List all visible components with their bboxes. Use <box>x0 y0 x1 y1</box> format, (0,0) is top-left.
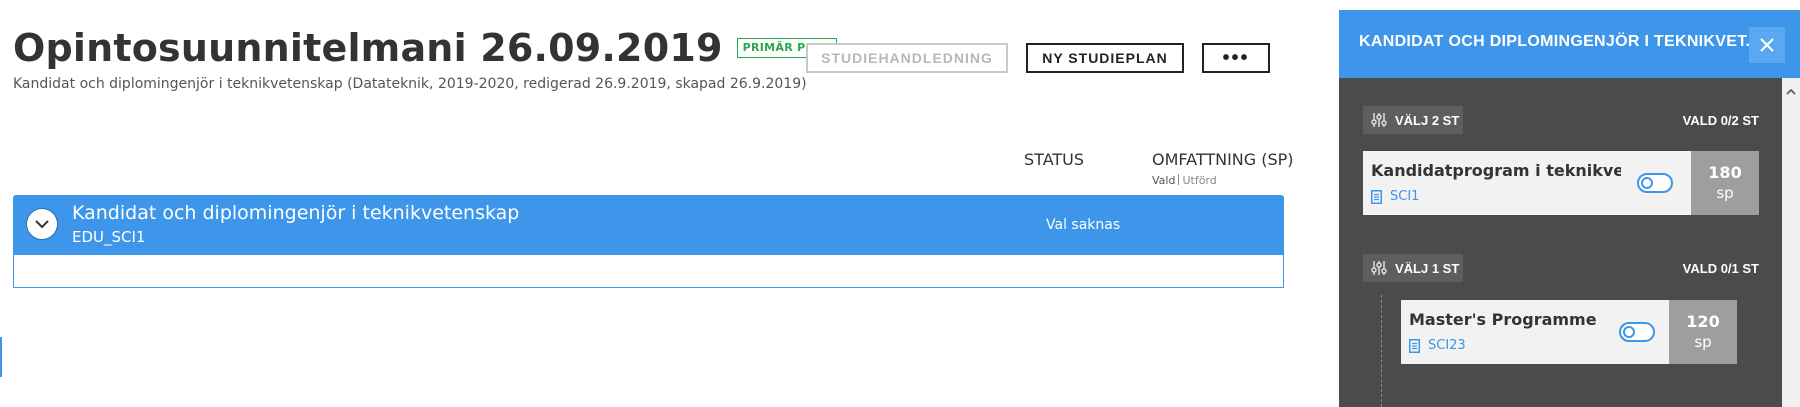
degree-name: Kandidat och diplomingenjör i teknikvete… <box>72 202 520 224</box>
close-icon <box>1760 38 1774 52</box>
programme-code-link[interactable]: SCI1 <box>1371 189 1419 204</box>
tree-connector <box>1381 295 1382 407</box>
left-edge-marker <box>0 337 2 377</box>
plan-subtitle: Kandidat och diplomingenjör i teknikvete… <box>13 76 807 92</box>
sliders-icon <box>1371 261 1387 275</box>
panel-title: KANDIDAT OCH DIPLOMINGENJÖR I TEKNIKVET.… <box>1359 33 1760 50</box>
programme-code: SCI23 <box>1428 338 1466 353</box>
selected-count: VALD 0/2 ST <box>1682 113 1759 128</box>
scope-subheader: Vald Utförd <box>1152 174 1217 187</box>
programme-name: Master's Programme in Life Science <box>1409 310 1599 329</box>
programme-card[interactable]: Kandidatprogram i teknikvetenskap SCI1 1… <box>1363 151 1759 215</box>
new-study-plan-button[interactable]: NY STUDIEPLAN <box>1026 43 1184 73</box>
select-programme-toggle[interactable] <box>1619 322 1655 342</box>
programme-code: SCI1 <box>1390 189 1420 204</box>
degree-code: EDU_SCI1 <box>72 228 146 246</box>
programme-credits: 120 sp <box>1669 300 1737 364</box>
scope-column-header: OMFATTNING (SP) <box>1152 150 1294 169</box>
selection-panel: KANDIDAT OCH DIPLOMINGENJÖR I TEKNIKVET.… <box>1339 10 1800 407</box>
credits-unit: sp <box>1716 184 1734 202</box>
credits-unit: sp <box>1694 333 1712 351</box>
document-icon <box>1409 338 1420 353</box>
close-panel-button[interactable] <box>1749 27 1785 63</box>
choose-group-label: VÄLJ 1 ST <box>1395 260 1460 276</box>
scroll-up-button[interactable] <box>1782 84 1800 98</box>
chevron-down-icon <box>35 219 49 228</box>
choose-group-label: VÄLJ 2 ST <box>1395 112 1460 128</box>
page-title: Opintosuunnitelmani 26.09.2019 <box>13 26 723 70</box>
status-column-header: STATUS <box>1024 150 1085 169</box>
toggle-knob <box>1641 177 1653 189</box>
degree-content-area <box>13 255 1284 288</box>
toggle-knob <box>1623 326 1635 338</box>
programme-credits: 180 sp <box>1691 151 1759 215</box>
title-row: Opintosuunnitelmani 26.09.2019 PRIMÄR PL… <box>13 24 871 72</box>
programme-code-link[interactable]: SCI23 <box>1409 338 1466 353</box>
credits-value: 120 <box>1686 312 1720 331</box>
programme-card[interactable]: Master's Programme in Life Science SCI23… <box>1401 300 1737 364</box>
select-programme-toggle[interactable] <box>1637 173 1673 193</box>
sliders-icon <box>1371 113 1387 127</box>
choose-group-header: VÄLJ 2 ST <box>1363 106 1463 134</box>
credits-value: 180 <box>1708 163 1742 182</box>
selected-count: VALD 0/1 ST <box>1682 261 1759 276</box>
degree-row[interactable]: Kandidat och diplomingenjör i teknikvete… <box>13 195 1284 255</box>
panel-scrollbar[interactable] <box>1782 78 1800 407</box>
panel-header: KANDIDAT OCH DIPLOMINGENJÖR I TEKNIKVET.… <box>1339 10 1800 78</box>
more-options-button[interactable]: ••• <box>1202 43 1270 73</box>
study-guidance-button[interactable]: STUDIEHANDLEDNING <box>806 43 1008 73</box>
expand-degree-button[interactable] <box>26 208 58 240</box>
choose-group-header: VÄLJ 1 ST <box>1363 254 1463 282</box>
selected-label: Vald <box>1152 174 1176 187</box>
degree-status: Val saknas <box>1046 217 1121 233</box>
programme-name: Kandidatprogram i teknikvetenskap <box>1371 161 1621 180</box>
divider <box>1178 174 1180 185</box>
document-icon <box>1371 189 1382 204</box>
completed-label: Utförd <box>1182 174 1217 187</box>
chevron-up-icon <box>1786 88 1796 95</box>
